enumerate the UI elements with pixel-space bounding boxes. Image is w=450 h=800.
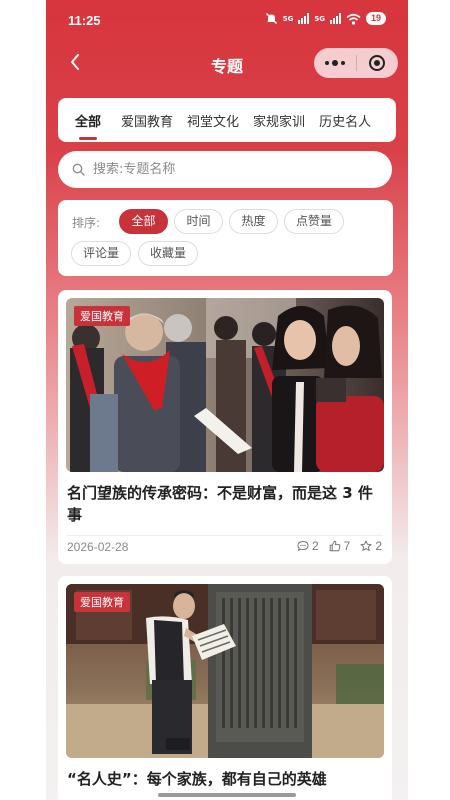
tab-historical-figures[interactable]: 历史名人	[312, 111, 378, 130]
article-tag: 爱国教育	[74, 592, 130, 612]
article-tag: 爱国教育	[74, 306, 130, 326]
sort-panel: 排序: 全部 时间 热度 点赞量 评论量 收藏量	[58, 200, 393, 276]
favorite-count: 2	[375, 539, 382, 553]
tab-all[interactable]: 全部	[68, 111, 108, 140]
favorite-stat[interactable]: 2	[360, 539, 382, 553]
sort-label: 排序:	[72, 216, 101, 230]
wifi-icon	[346, 13, 361, 25]
sort-chip-popularity[interactable]: 热度	[229, 209, 278, 234]
comment-count: 2	[311, 539, 319, 553]
article-title: 名门望族的传承密码：不是财富，而是这 3 件事	[67, 484, 373, 524]
miniprogram-capsule	[314, 48, 398, 78]
close-button[interactable]	[356, 48, 398, 78]
signal-icon-2	[329, 13, 341, 24]
signal-icon	[298, 13, 310, 24]
more-button[interactable]	[314, 48, 356, 78]
home-indicator	[158, 793, 296, 797]
more-dot-icon	[331, 60, 338, 66]
thumbs-up-icon	[329, 540, 340, 552]
article-title: “名人史”：每个家族，都有自己的英雄	[67, 770, 327, 788]
article-date: 2026-02-28	[67, 540, 129, 554]
sort-chip-time[interactable]: 时间	[174, 209, 223, 234]
more-dot-icon	[324, 61, 329, 65]
tab-patriotic-education[interactable]: 爱国教育	[114, 111, 180, 130]
sort-chip-favorites[interactable]: 收藏量	[138, 241, 198, 266]
search-input[interactable]	[93, 162, 363, 177]
tab-family-rules[interactable]: 家规家训	[246, 111, 312, 130]
target-close-icon	[369, 55, 386, 71]
article-image: 爱国教育	[66, 298, 384, 472]
network-label-1: 5G	[282, 14, 294, 23]
category-tabs: 全部 爱国教育 祠堂文化 家规家训 历史名人	[58, 98, 396, 142]
mute-icon	[265, 13, 277, 24]
article-image: 爱国教育	[66, 584, 384, 758]
more-dot-icon	[340, 61, 345, 65]
sort-chip-all[interactable]: 全部	[119, 209, 168, 234]
search-bar[interactable]	[58, 151, 392, 188]
search-icon	[72, 163, 85, 176]
comment-stat[interactable]: 2	[297, 539, 319, 553]
comment-icon	[297, 540, 309, 552]
article-stats: 2 7 2	[297, 539, 382, 553]
article-divider	[67, 535, 383, 536]
nav-bar: 专题	[46, 44, 408, 82]
status-icons: 5G 5G 19	[265, 12, 386, 25]
status-time: 11:25	[68, 13, 101, 28]
like-count: 7	[343, 539, 351, 553]
network-label-2: 5G	[314, 14, 325, 23]
tab-ancestral-hall-culture[interactable]: 祠堂文化	[180, 111, 246, 130]
status-bar: 11:25 5G 5G 19	[46, 0, 408, 40]
phone-screen: 11:25 5G 5G 19 专题 全部 爱国教育 祠堂文化 家规家训 历史名人…	[46, 0, 408, 800]
article-card[interactable]: 爱国教育 “名人史”：每个家族，都有自己的英雄	[58, 576, 392, 800]
sort-chip-likes[interactable]: 点赞量	[284, 209, 344, 234]
article-card[interactable]: 爱国教育 名门望族的传承密码：不是财富，而是这 3 件事 2026-02-28 …	[58, 290, 392, 564]
sort-chip-comments[interactable]: 评论量	[71, 241, 131, 266]
star-icon	[360, 540, 372, 551]
like-stat[interactable]: 7	[329, 539, 351, 553]
battery-indicator: 19	[365, 12, 386, 25]
